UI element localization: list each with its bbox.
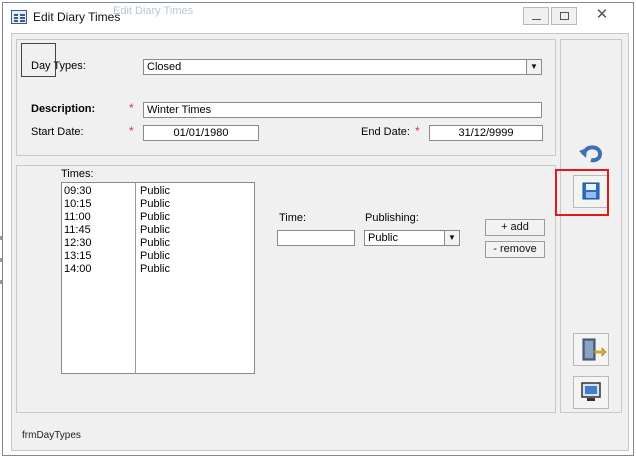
publishing-value: Public: [368, 232, 398, 244]
time-label: Time:: [279, 212, 307, 224]
list-item[interactable]: 11:45 Public: [64, 224, 252, 237]
end-date-field[interactable]: 31/12/9999: [429, 125, 543, 141]
form-name-label: frmDayTypes: [22, 430, 81, 441]
times-panel: Times: 09:30 Public 10:15 Public 11:00 Publ…: [16, 165, 556, 413]
day-types-label: Day Types:: [31, 60, 86, 72]
start-date-required-marker: *: [129, 124, 134, 138]
form-body: Day Types: Closed ▼ Description: * Winte…: [11, 33, 629, 451]
day-types-value: Closed: [147, 61, 182, 73]
remove-time-button[interactable]: - remove: [485, 241, 545, 258]
close-icon: ✕: [595, 6, 609, 23]
list-item[interactable]: 13:15 Public: [64, 250, 252, 263]
undo-icon: [579, 145, 603, 163]
edge-tick: [0, 258, 2, 262]
description-field[interactable]: Winter Times: [143, 102, 542, 118]
close-button[interactable]: ✕: [589, 7, 615, 25]
chevron-down-icon[interactable]: ▼: [526, 60, 541, 74]
monitor-icon: [581, 382, 601, 401]
form-icon: [11, 10, 27, 24]
chevron-down-icon[interactable]: ▼: [444, 231, 459, 245]
publishing-label: Publishing:: [365, 212, 419, 224]
ghost-window-title: Edit Diary Times: [113, 5, 194, 17]
maximize-icon: [559, 12, 569, 20]
list-item[interactable]: 11:00 Public: [64, 211, 252, 224]
minimize-icon: [531, 19, 541, 20]
save-button-highlight: [555, 169, 609, 216]
undo-button[interactable]: [573, 134, 609, 167]
exit-button[interactable]: [573, 333, 609, 366]
times-label: Times:: [61, 168, 94, 180]
time-input[interactable]: [277, 230, 355, 246]
add-time-button[interactable]: + add: [485, 219, 545, 236]
day-type-details-panel: Day Types: Closed ▼ Description: * Winte…: [16, 39, 556, 156]
toolbar-panel: [560, 39, 622, 413]
publishing-combobox[interactable]: Public ▼: [364, 230, 460, 246]
start-date-label: Start Date:: [31, 126, 84, 138]
edit-diary-times-window: Edit Diary Times Edit Diary Times ✕ Day …: [2, 2, 634, 456]
list-item[interactable]: 12:30 Public: [64, 237, 252, 250]
day-types-combobox[interactable]: Closed ▼: [143, 59, 542, 75]
title-bar: Edit Diary Times Edit Diary Times ✕: [3, 3, 633, 31]
edge-tick: [0, 280, 2, 284]
start-date-field[interactable]: 01/01/1980: [143, 125, 259, 141]
description-required-marker: *: [129, 101, 134, 115]
screen-button[interactable]: [573, 376, 609, 409]
times-listbox[interactable]: 09:30 Public 10:15 Public 11:00 Public 11:4…: [61, 182, 255, 374]
end-date-label: End Date:: [361, 126, 410, 138]
exit-door-icon: [582, 338, 607, 361]
window-title: Edit Diary Times: [33, 10, 121, 24]
minimize-button[interactable]: [523, 7, 549, 25]
list-item[interactable]: 09:30 Public: [64, 185, 252, 198]
end-date-required-marker: *: [415, 124, 420, 138]
list-item[interactable]: 10:15 Public: [64, 198, 252, 211]
edge-tick: [0, 236, 2, 240]
list-item[interactable]: 14:00 Public: [64, 263, 252, 276]
description-label: Description:: [31, 103, 96, 115]
maximize-button[interactable]: [551, 7, 577, 25]
